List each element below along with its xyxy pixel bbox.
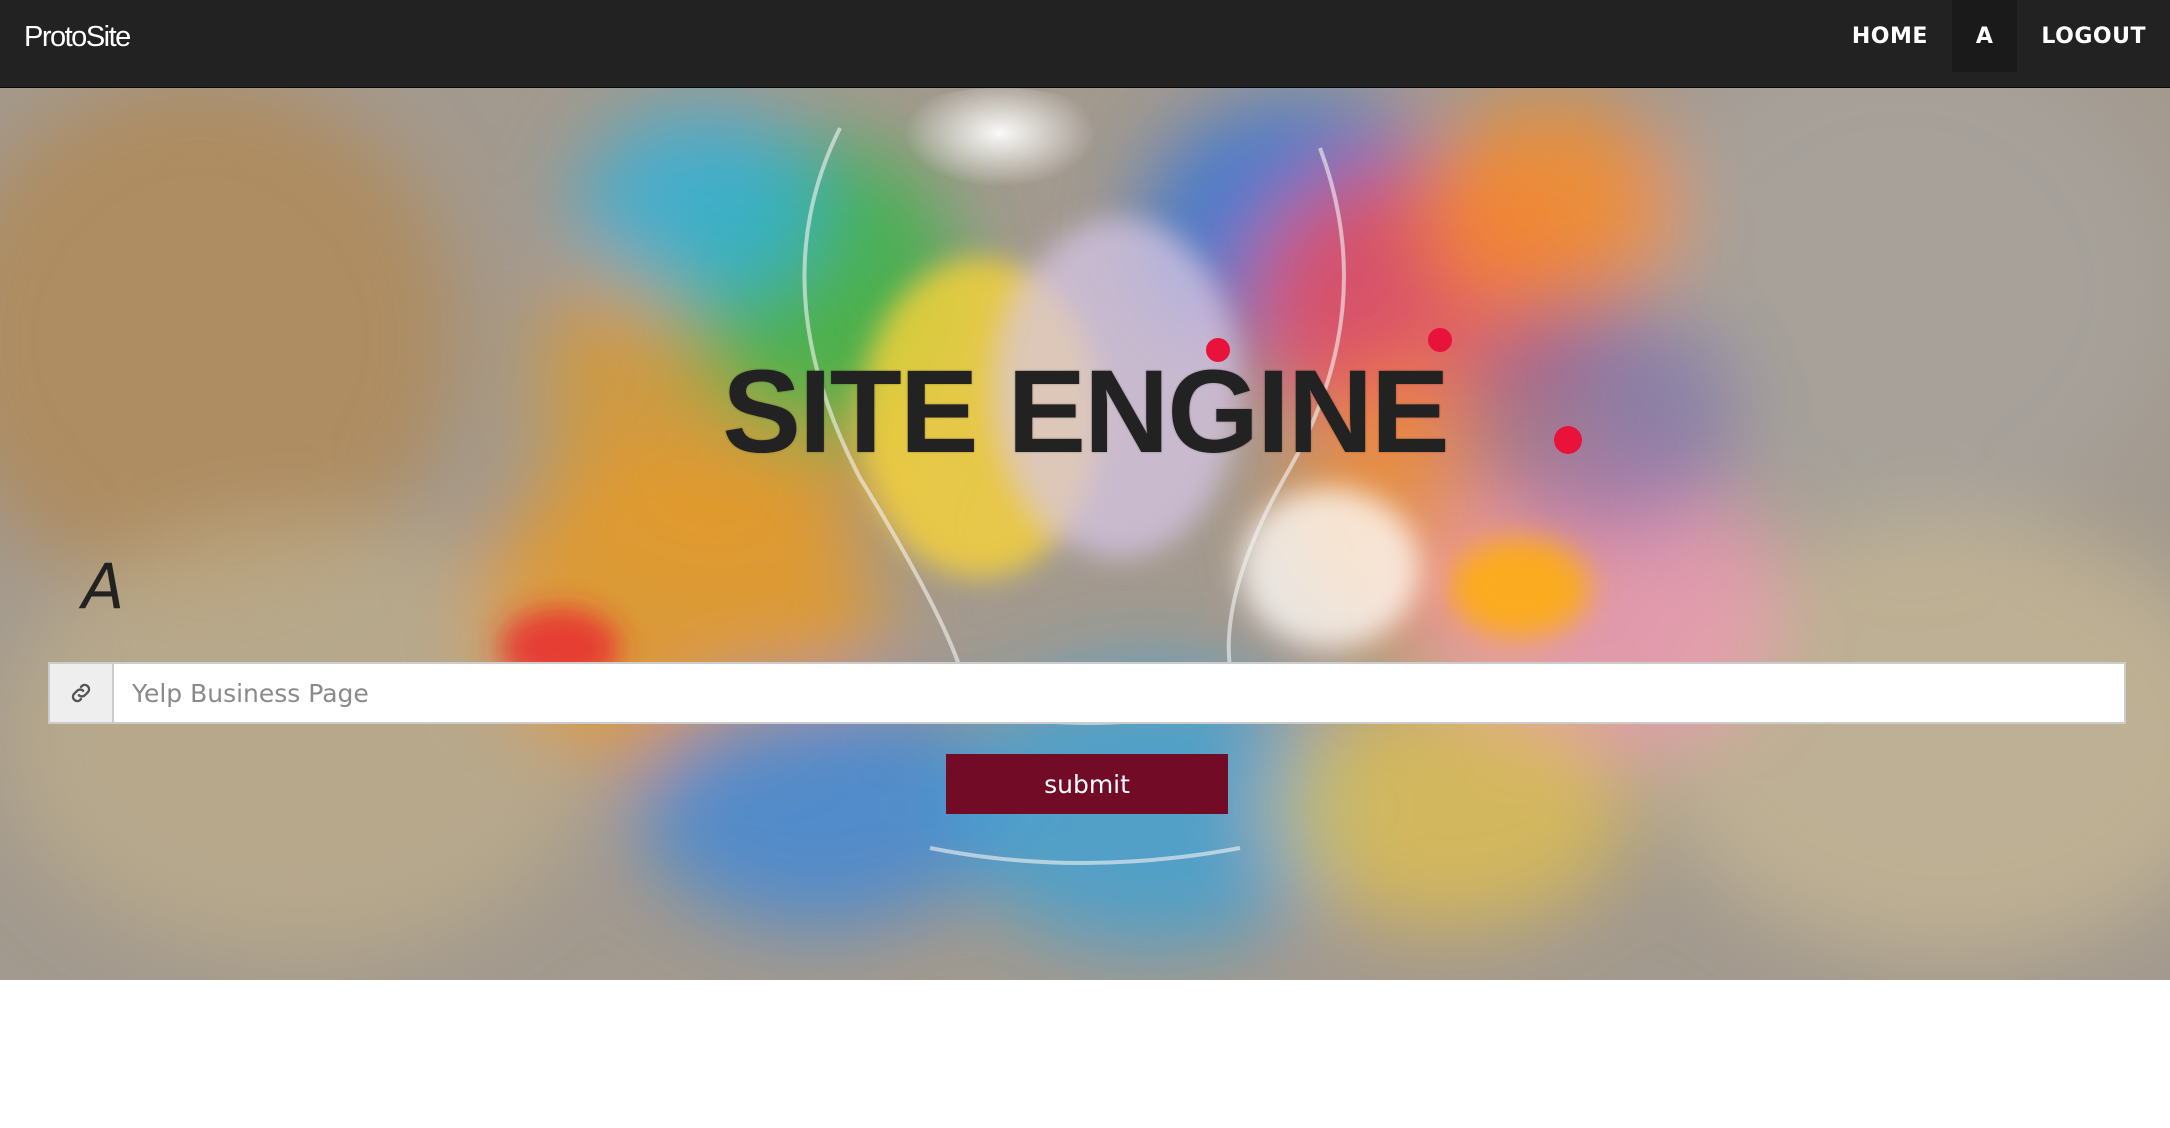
- nav-links: HOME A LOGOUT: [1828, 0, 2170, 72]
- url-input-group: [48, 662, 2126, 724]
- nav-logout-link[interactable]: LOGOUT: [2017, 0, 2170, 72]
- brand-logo[interactable]: ProtoSite: [24, 0, 131, 88]
- link-icon: [48, 662, 112, 724]
- submit-button[interactable]: submit: [946, 754, 1228, 814]
- nav-home-link[interactable]: HOME: [1828, 0, 1952, 72]
- user-name-label: A: [82, 550, 125, 623]
- hero-background-image: [0, 88, 2170, 980]
- hero-section: SITE ENGINE A submit: [0, 88, 2170, 980]
- hero-title: SITE ENGINE: [722, 346, 1449, 478]
- yelp-url-input[interactable]: [112, 662, 2126, 724]
- nav-user-link[interactable]: A: [1951, 0, 2018, 72]
- navbar: ProtoSite HOME A LOGOUT: [0, 0, 2170, 88]
